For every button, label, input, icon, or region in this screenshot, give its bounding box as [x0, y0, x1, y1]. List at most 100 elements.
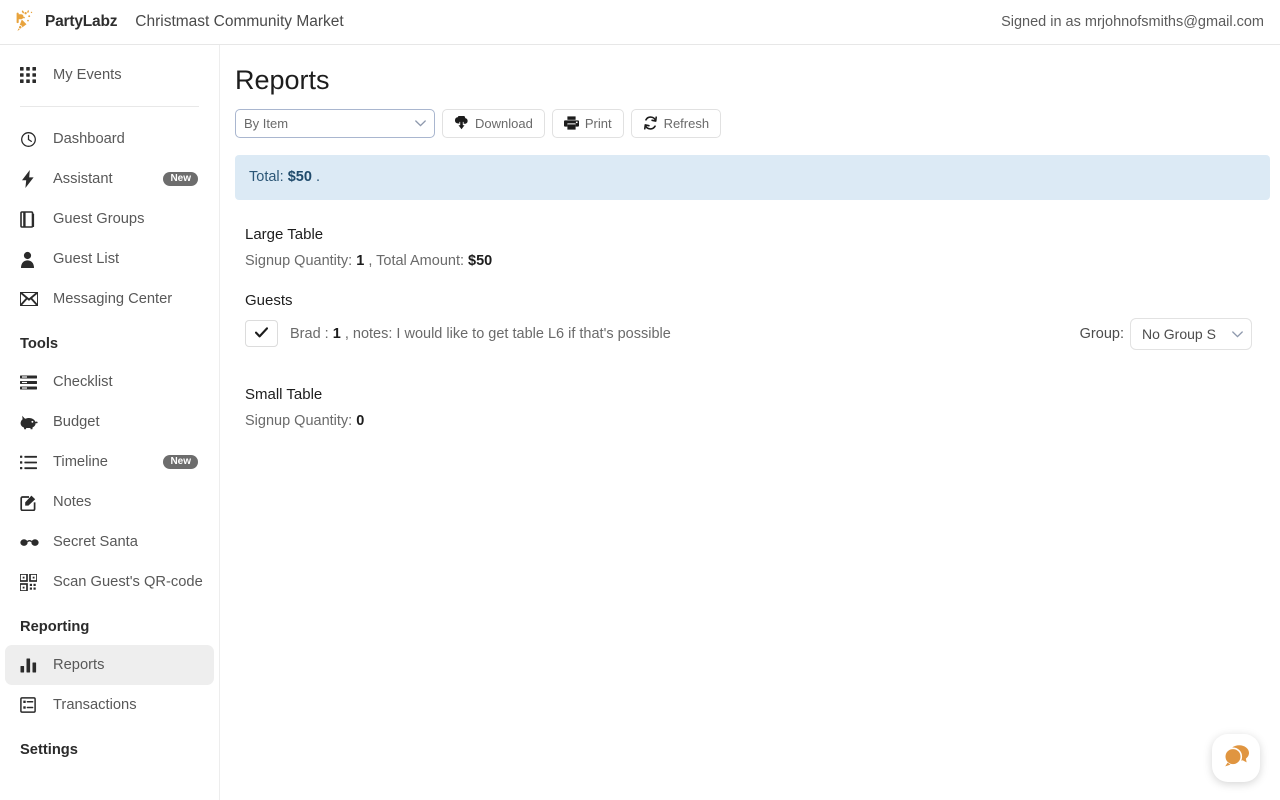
printer-icon [563, 116, 579, 130]
total-label: Total: [249, 169, 284, 186]
item-total-amount: $50 [468, 252, 493, 269]
new-badge: New [163, 171, 198, 187]
guest-group-assignment: Group: No Group S [1079, 317, 1252, 350]
party-popper-logo-icon [12, 9, 38, 35]
guest-name: Brad : [290, 325, 329, 342]
sidebar-item-checklist[interactable]: Checklist [5, 362, 214, 402]
guest-notes: , notes: I would like to get table L6 if… [344, 325, 671, 342]
grid-apps-icon [20, 65, 42, 85]
guest-details: Brad : 1 , notes: I would like to get ta… [290, 326, 671, 342]
sidebar-item-label: Notes [53, 494, 92, 510]
piggy-bank-icon [20, 412, 42, 432]
signup-quantity-value: 0 [356, 412, 365, 429]
sidebar-item-timeline[interactable]: Timeline New [5, 442, 214, 482]
print-label: Print [584, 115, 612, 131]
guest-quantity: 1 [332, 325, 341, 342]
report-type-select[interactable]: By Item [235, 108, 435, 138]
sidebar-item-label: Budget [53, 414, 100, 430]
new-badge: New [163, 454, 198, 470]
guests-heading: Guests [245, 291, 293, 309]
sidebar-divider [20, 106, 199, 107]
sidebar-item-budget[interactable]: Budget [5, 402, 214, 442]
refresh-icon [643, 116, 658, 130]
guest-group-select[interactable]: No Group S [1130, 317, 1252, 350]
print-button[interactable]: Print [551, 108, 624, 138]
chat-support-button[interactable] [1212, 734, 1260, 782]
refresh-label: Refresh [663, 115, 710, 131]
sidebar-item-my-events[interactable]: My Events [5, 55, 214, 95]
sidebar-item-notes[interactable]: Notes [5, 482, 214, 522]
brand-name: PartyLabz [45, 13, 118, 30]
signup-quantity-label: Signup Quantity: [245, 412, 353, 429]
sidebar-item-label: Transactions [53, 697, 137, 713]
report-item-block: Large Table Signup Quantity: 1 , Total A… [245, 226, 1280, 350]
refresh-button[interactable]: Refresh [630, 108, 722, 138]
chat-bubbles-icon [1223, 744, 1250, 772]
report-type-select-wrapper: By Item [235, 108, 435, 138]
gauge-icon [20, 129, 42, 149]
sidebar-item-label: My Events [53, 67, 122, 83]
envelope-icon [20, 289, 42, 309]
sidebar-item-label: Guest Groups [53, 211, 145, 227]
sidebar-section-settings: Settings [20, 742, 78, 758]
sidebar-section-tools: Tools [20, 336, 59, 352]
sidebar-item-label: Messaging Center [53, 291, 173, 307]
sidebar-item-reports[interactable]: Reports [5, 645, 214, 685]
page-title: Reports [235, 65, 330, 95]
signup-quantity-value: 1 [356, 252, 365, 269]
sidebar-item-assistant[interactable]: Assistant New [5, 159, 214, 199]
glasses-icon [20, 532, 42, 552]
sidebar-section-reporting: Reporting [20, 619, 90, 635]
sidebar-item-label: Secret Santa [53, 534, 138, 550]
sidebar-item-dashboard[interactable]: Dashboard [5, 119, 214, 159]
total-suffix: . [315, 169, 320, 186]
event-title: Christmast Community Market [135, 13, 344, 30]
sidebar-item-guest-list[interactable]: Guest List [5, 239, 214, 279]
sidebar-item-transactions[interactable]: Transactions [5, 685, 214, 725]
item-stats: Signup Quantity: 0 [245, 413, 1280, 429]
sidebar-item-secret-santa[interactable]: Secret Santa [5, 522, 214, 562]
note-edit-icon [20, 492, 42, 512]
report-items-list: Large Table Signup Quantity: 1 , Total A… [245, 226, 1280, 429]
sidebar-item-label: Guest List [53, 251, 120, 267]
qr-code-icon [20, 572, 42, 592]
book-icon [20, 209, 42, 229]
sidebar-item-messaging-center[interactable]: Messaging Center [5, 279, 214, 319]
sidebar-item-label: Assistant [53, 171, 113, 187]
sidebar-item-label: Timeline [53, 454, 108, 470]
cloud-download-icon [454, 116, 469, 130]
download-label: Download [475, 115, 533, 131]
sidebar-item-guest-groups[interactable]: Guest Groups [5, 199, 214, 239]
lightning-bolt-icon [20, 169, 42, 189]
guest-checkmark-button[interactable] [245, 320, 278, 348]
reports-toolbar: By Item Download Print Refresh [235, 108, 1280, 138]
sidebar-item-label: Checklist [53, 374, 113, 390]
checklist-icon [20, 372, 42, 392]
bar-chart-icon [20, 655, 42, 675]
list-icon [20, 452, 42, 472]
item-name: Small Table [245, 385, 323, 403]
checkmark-icon [254, 325, 269, 343]
signed-in-status: Signed in as mrjohnofsmiths@gmail.com [1001, 14, 1264, 30]
total-amount: $50 [287, 169, 312, 186]
report-item-block: Small Table Signup Quantity: 0 [245, 386, 1280, 429]
sidebar-item-label: Scan Guest's QR-code [53, 574, 203, 590]
guest-group-select-wrapper: No Group S [1130, 317, 1252, 350]
signup-quantity-label: Signup Quantity: [245, 252, 353, 269]
group-label: Group: [1079, 325, 1124, 342]
sidebar-item-label: Dashboard [53, 131, 125, 147]
receipt-list-icon [20, 695, 42, 715]
app-header: PartyLabz Christmast Community Market Si… [0, 0, 1280, 45]
total-amount-label: , Total Amount: [368, 252, 465, 269]
person-icon [20, 249, 42, 269]
sidebar-item-label: Reports [53, 657, 105, 673]
sidebar: My Events Dashboard Assistant New Guest … [0, 45, 220, 800]
sidebar-item-scan-qr-code[interactable]: Scan Guest's QR-code [5, 562, 214, 602]
guest-row: Brad : 1 , notes: I would like to get ta… [245, 317, 1280, 350]
item-stats: Signup Quantity: 1 , Total Amount: $50 [245, 253, 1280, 269]
item-name: Large Table [245, 225, 324, 243]
download-button[interactable]: Download [442, 108, 545, 138]
main-content: Reports By Item Download Print Refresh T… [220, 45, 1280, 800]
brand-logo[interactable]: PartyLabz [12, 9, 117, 35]
total-summary-banner: Total: $50 . [235, 154, 1270, 200]
